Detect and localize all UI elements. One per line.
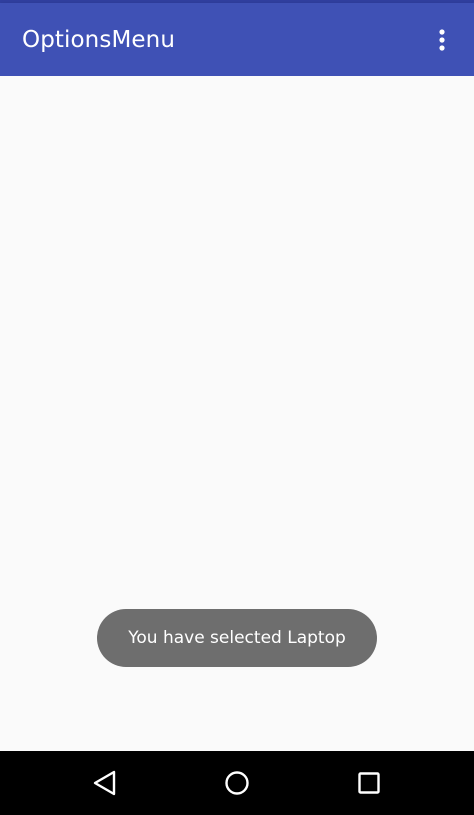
app-title: OptionsMenu	[22, 26, 175, 53]
screen: OptionsMenu You have selected Laptop	[0, 0, 474, 815]
toast-message: You have selected Laptop	[128, 628, 346, 648]
overflow-menu-button[interactable]	[422, 20, 462, 60]
home-icon	[225, 771, 249, 795]
recents-button[interactable]	[349, 763, 389, 803]
recents-icon	[358, 772, 380, 794]
toast: You have selected Laptop	[97, 609, 377, 667]
app-bar: OptionsMenu	[0, 3, 474, 76]
back-button[interactable]	[85, 763, 125, 803]
home-button[interactable]	[217, 763, 257, 803]
more-vert-icon	[439, 28, 445, 51]
navigation-bar	[0, 751, 474, 815]
back-icon	[93, 770, 116, 796]
